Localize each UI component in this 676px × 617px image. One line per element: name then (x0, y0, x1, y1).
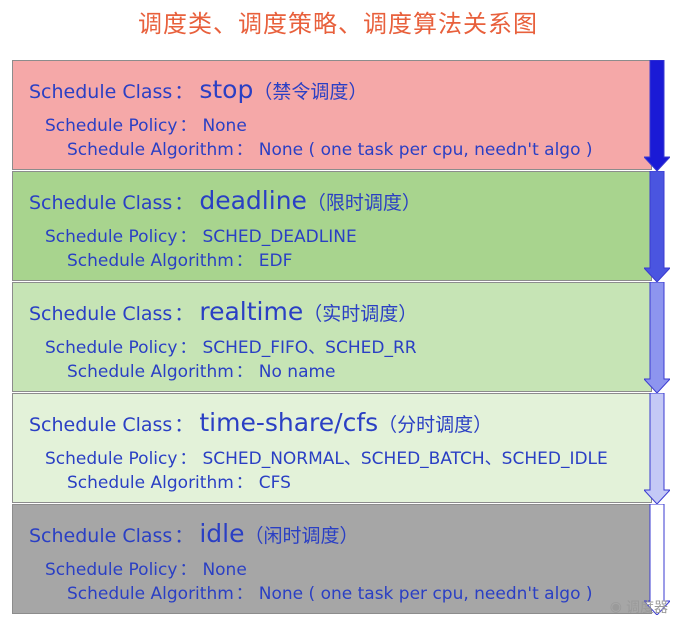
policy-label: Schedule Policy (45, 560, 178, 580)
policy-value: SCHED_NORMAL、SCHED_BATCH、SCHED_IDLE (202, 449, 608, 469)
policy-label: Schedule Policy (45, 449, 178, 469)
class-cn-name: （分时调度） (378, 414, 493, 436)
algorithm-line: Schedule Algorithm： None ( one task per c… (67, 579, 593, 604)
band-time-share: Schedule Class： time-share/cfs（分时调度） Sche… (12, 393, 652, 503)
algorithm-value: CFS (258, 473, 291, 493)
policy-value: SCHED_FIFO、SCHED_RR (202, 338, 417, 358)
down-arrow-icon (644, 171, 670, 282)
wechat-icon: ◉ (609, 599, 622, 615)
watermark: ◉ 调度器 (610, 597, 668, 617)
policy-line: Schedule Policy： None (45, 555, 247, 580)
policy-value: SCHED_DEADLINE (202, 227, 357, 247)
colon: ： (179, 560, 197, 580)
colon: ： (235, 251, 253, 271)
policy-line: Schedule Policy： SCHED_FIFO、SCHED_RR (45, 333, 417, 358)
colon: ： (235, 473, 253, 493)
policy-label: Schedule Policy (45, 116, 178, 136)
down-arrow-icon (644, 393, 670, 504)
algorithm-line: Schedule Algorithm： None ( one task per c… (67, 135, 593, 160)
class-label: Schedule Class (29, 192, 173, 214)
algorithm-label: Schedule Algorithm (67, 140, 234, 160)
down-arrow-icon (644, 282, 670, 393)
policy-line: Schedule Policy： SCHED_DEADLINE (45, 222, 357, 247)
policy-line: Schedule Policy： SCHED_NORMAL、SCHED_BATCH… (45, 444, 608, 469)
algorithm-label: Schedule Algorithm (67, 251, 234, 271)
colon: ： (174, 414, 194, 436)
colon: ： (235, 584, 253, 604)
algorithm-label: Schedule Algorithm (67, 362, 234, 382)
colon: ： (174, 525, 194, 547)
band-deadline: Schedule Class： deadline（限时调度） Schedule P… (12, 171, 652, 281)
class-cn-name: （实时调度） (303, 303, 418, 325)
schedule-class-stack: Schedule Class： stop（禁令调度） Schedule Polic… (12, 60, 652, 615)
watermark-text: 调度器 (626, 600, 668, 616)
colon: ： (179, 116, 197, 136)
class-line: Schedule Class： realtime（实时调度） (29, 297, 417, 326)
class-line: Schedule Class： time-share/cfs（分时调度） (29, 408, 492, 437)
algorithm-value: None ( one task per cpu, needn't algo ) (258, 584, 593, 604)
down-arrow-icon (644, 60, 670, 171)
colon: ： (179, 227, 197, 247)
class-line: Schedule Class： stop（禁令调度） (29, 75, 367, 104)
policy-label: Schedule Policy (45, 338, 178, 358)
policy-line: Schedule Policy： None (45, 111, 247, 136)
algorithm-value: EDF (258, 251, 293, 271)
class-name: stop (199, 75, 254, 104)
colon: ： (179, 449, 197, 469)
class-label: Schedule Class (29, 81, 173, 103)
class-name: realtime (199, 297, 304, 326)
priority-arrows (644, 60, 670, 617)
algorithm-value: None ( one task per cpu, needn't algo ) (258, 140, 593, 160)
class-cn-name: （限时调度） (306, 192, 421, 214)
algorithm-label: Schedule Algorithm (67, 473, 234, 493)
class-label: Schedule Class (29, 303, 173, 325)
policy-value: None (202, 560, 247, 580)
class-cn-name: （禁令调度） (253, 81, 368, 103)
band-idle: Schedule Class： idle（闲时调度） Schedule Polic… (12, 504, 652, 614)
colon: ： (174, 303, 194, 325)
class-line: Schedule Class： deadline（限时调度） (29, 186, 421, 215)
diagram-title: 调度类、调度策略、调度算法关系图 (138, 10, 538, 38)
colon: ： (174, 81, 194, 103)
class-name: idle (199, 519, 245, 548)
algorithm-label: Schedule Algorithm (67, 584, 234, 604)
colon: ： (235, 362, 253, 382)
colon: ： (235, 140, 253, 160)
colon: ： (174, 192, 194, 214)
class-cn-name: （闲时调度） (244, 525, 359, 547)
algorithm-line: Schedule Algorithm： CFS (67, 468, 291, 493)
colon: ： (179, 338, 197, 358)
class-name: time-share/cfs (199, 408, 379, 437)
algorithm-value: No name (258, 362, 336, 382)
class-label: Schedule Class (29, 525, 173, 547)
class-name: deadline (199, 186, 307, 215)
policy-label: Schedule Policy (45, 227, 178, 247)
band-stop: Schedule Class： stop（禁令调度） Schedule Polic… (12, 60, 652, 170)
class-label: Schedule Class (29, 414, 173, 436)
band-realtime: Schedule Class： realtime（实时调度） Schedule P… (12, 282, 652, 392)
class-line: Schedule Class： idle（闲时调度） (29, 519, 359, 548)
algorithm-line: Schedule Algorithm： No name (67, 357, 336, 382)
algorithm-line: Schedule Algorithm： EDF (67, 246, 292, 271)
policy-value: None (202, 116, 247, 136)
